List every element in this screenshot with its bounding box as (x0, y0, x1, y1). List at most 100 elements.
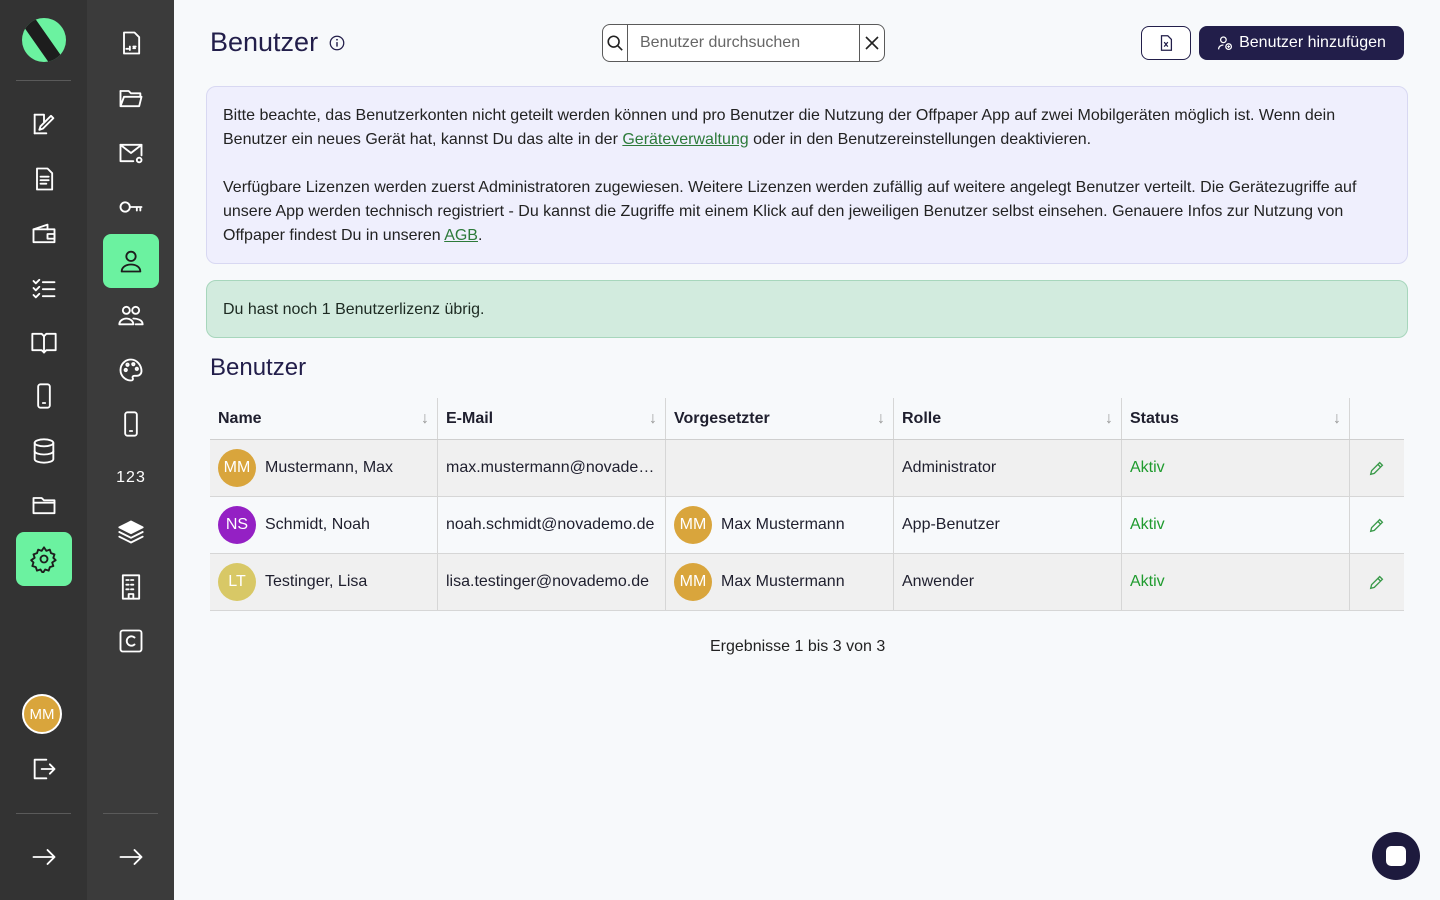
user-role: App-Benutzer (902, 516, 1000, 533)
info-notice: Bitte beachte, das Benutzerkonten nicht … (206, 86, 1408, 264)
excel-file-icon (1160, 35, 1173, 51)
nav-folders[interactable] (103, 71, 159, 125)
folder-icon (32, 497, 56, 515)
add-user-button[interactable]: Benutzer hinzufügen (1199, 26, 1404, 60)
search-icon (607, 35, 623, 51)
edit-user-button[interactable] (1350, 554, 1404, 610)
copyright-box-icon (119, 629, 143, 653)
user-name: Mustermann, Max (265, 459, 394, 476)
cell-status: Aktiv (1122, 440, 1350, 496)
notice-paragraph-2: Verfügbare Lizenzen werden zuerst Admini… (223, 176, 1391, 248)
cell-role: Administrator (894, 440, 1122, 496)
table-row[interactable]: MM Mustermann, Max max.mustermann@novade… (210, 440, 1404, 497)
offpaper-logo[interactable] (22, 18, 66, 62)
nav-user[interactable] (103, 234, 159, 288)
user-avatar[interactable]: MM (22, 694, 62, 734)
arrow-right-icon (119, 849, 143, 865)
notice-text: oder in den Benutzereinstellungen deakti… (748, 131, 1092, 148)
manager-name: Max Mustermann (721, 516, 845, 533)
sort-arrow-icon: ↓ (421, 409, 429, 427)
column-header-manager[interactable]: Vorgesetzter ↓ (666, 398, 894, 439)
nav-company[interactable] (103, 560, 159, 614)
column-header-actions (1350, 398, 1404, 439)
chat-icon (1386, 846, 1406, 866)
cell-manager: MM Max Mustermann (666, 497, 894, 553)
book-icon (31, 332, 57, 354)
info-icon[interactable] (328, 34, 346, 52)
cell-name: NS Schmidt, Noah (210, 497, 438, 553)
avatar: NS (218, 506, 256, 544)
nav-documents[interactable] (16, 152, 72, 206)
clear-search-button[interactable] (859, 25, 884, 61)
search-button[interactable] (603, 25, 628, 61)
sort-arrow-icon: ↓ (1105, 409, 1113, 427)
layers-icon (118, 520, 144, 544)
gear-icon (30, 546, 57, 573)
manager-name: Max Mustermann (721, 573, 845, 590)
user-email: max.mustermann@novade… (446, 459, 655, 476)
column-header-name[interactable]: Name ↓ (210, 398, 438, 439)
pagination-summary: Ergebnisse 1 bis 3 von 3 (710, 638, 886, 655)
wallet-icon (32, 223, 56, 244)
expand-sidebar-button[interactable] (16, 830, 72, 884)
notice-text: Verfügbare Lizenzen werden zuerst Admini… (223, 179, 1357, 244)
user-role: Administrator (902, 459, 997, 476)
license-banner: Du hast noch 1 Benutzerlizenz übrig. (206, 280, 1408, 338)
database-icon (33, 438, 55, 464)
agb-link[interactable]: AGB (444, 227, 478, 244)
nav-layers[interactable] (103, 505, 159, 559)
table-row[interactable]: NS Schmidt, Noah noah.schmidt@novademo.d… (210, 497, 1404, 554)
document-list-icon (36, 167, 54, 191)
nav-edit[interactable] (16, 97, 72, 151)
logout-icon (33, 758, 56, 780)
nav-folder[interactable] (16, 478, 72, 532)
chat-widget-button[interactable] (1372, 832, 1420, 880)
cell-manager (666, 440, 894, 496)
avatar: MM (674, 563, 712, 601)
checklist-icon (32, 278, 56, 299)
mail-at-icon (119, 143, 143, 164)
column-label: Status (1130, 409, 1179, 427)
nav-book[interactable] (16, 315, 72, 369)
settings-sidebar: 123 (87, 0, 174, 900)
expand-submenu-button[interactable] (103, 830, 159, 884)
cell-status: Aktiv (1122, 497, 1350, 553)
nav-pdf[interactable] (103, 16, 159, 70)
cell-name: MM Mustermann, Max (210, 440, 438, 496)
nav-license[interactable] (103, 614, 159, 668)
avatar: MM (674, 506, 712, 544)
nav-design[interactable] (103, 343, 159, 397)
nav-numbering[interactable]: 123 (103, 451, 159, 505)
nav-checklist[interactable] (16, 261, 72, 315)
column-header-role[interactable]: Rolle ↓ (894, 398, 1122, 439)
nav-mobile[interactable] (103, 397, 159, 451)
numbers-label: 123 (116, 469, 146, 486)
column-header-status[interactable]: Status ↓ (1122, 398, 1350, 439)
export-excel-button[interactable] (1141, 26, 1191, 60)
column-label: Vorgesetzter (674, 409, 770, 427)
nav-users[interactable] (103, 288, 159, 342)
column-label: Name (218, 409, 262, 427)
search-input[interactable] (628, 25, 859, 61)
device-management-link[interactable]: Geräteverwaltung (622, 131, 748, 148)
edit-user-button[interactable] (1350, 497, 1404, 553)
section-title: Benutzer (210, 354, 307, 381)
column-header-email[interactable]: E-Mail ↓ (438, 398, 666, 439)
pencil-icon (1369, 575, 1384, 590)
arrow-right-icon (32, 849, 56, 865)
notice-text: . (477, 227, 483, 244)
pencil-icon (1369, 461, 1384, 476)
edit-user-button[interactable] (1350, 440, 1404, 496)
nav-wallet[interactable] (16, 207, 72, 261)
column-label: Rolle (902, 409, 942, 427)
table-row[interactable]: LT Testinger, Lisa lisa.testinger@novade… (210, 554, 1404, 611)
nav-devices[interactable] (16, 369, 72, 423)
nav-database[interactable] (16, 424, 72, 478)
status-badge: Aktiv (1130, 459, 1165, 476)
nav-settings[interactable] (16, 532, 72, 586)
logout-button[interactable] (16, 742, 72, 796)
user-name: Schmidt, Noah (265, 516, 370, 533)
nav-mail[interactable] (103, 126, 159, 180)
nav-keys[interactable] (103, 180, 159, 234)
pdf-file-icon (123, 31, 141, 55)
